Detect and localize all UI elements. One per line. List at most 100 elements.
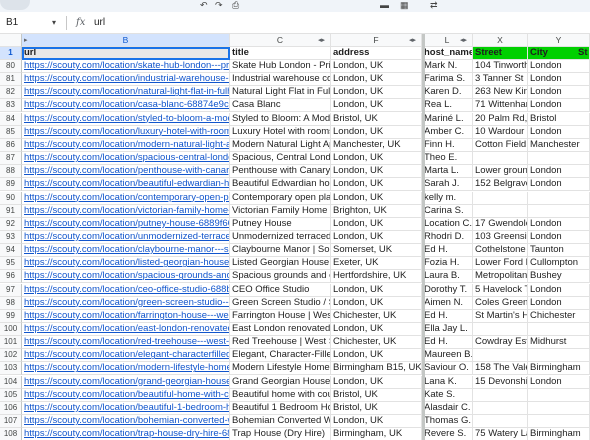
cell-address[interactable]: Bristol, UK — [331, 112, 422, 126]
cell-host-name[interactable]: Kate S. — [422, 388, 473, 402]
cell-host-name[interactable]: Saviour O. — [422, 362, 473, 376]
cell-address[interactable]: London, UK — [331, 73, 422, 87]
cell-city[interactable]: Bushey — [528, 270, 590, 284]
row-number[interactable]: 101 — [0, 336, 22, 350]
cell-url[interactable]: https://scouty.com/location/beautiful-ho… — [22, 388, 230, 402]
row-number[interactable]: 95 — [0, 257, 22, 271]
cell-street[interactable]: 17 Gwendolen A — [473, 217, 528, 231]
cell-url[interactable]: https://scouty.com/location/east-london-… — [22, 323, 230, 336]
cell-street[interactable]: Lower Ford Farn — [473, 257, 528, 271]
column-header-y[interactable]: Y — [528, 34, 590, 47]
row-number[interactable]: 102 — [0, 349, 22, 363]
cell-street[interactable] — [473, 401, 528, 415]
collapse-arrow-icon[interactable]: ◂▸ — [409, 34, 416, 47]
row-number[interactable]: 83 — [0, 99, 22, 113]
cell-city[interactable]: London — [528, 73, 590, 87]
cell-city[interactable]: London — [528, 165, 590, 179]
cell-title[interactable]: Penthouse with Canary Wh — [230, 165, 331, 179]
cell-street[interactable]: Cotton Field Wh — [473, 138, 528, 152]
row-number[interactable]: 86 — [0, 138, 22, 152]
cell-title[interactable]: East London renovated 192 — [230, 323, 331, 336]
cell-street[interactable]: 103 Greenside F — [473, 230, 528, 244]
cell-city[interactable]: London — [528, 230, 590, 244]
cell-street[interactable]: 263 New Kings F — [473, 86, 528, 100]
select-all-corner[interactable] — [0, 34, 22, 47]
row-number[interactable]: 92 — [0, 217, 22, 231]
cell-host-name[interactable]: Thomas G. — [422, 415, 473, 429]
row-number[interactable]: 108 — [0, 428, 22, 440]
row-number[interactable]: 82 — [0, 86, 22, 100]
cell-city[interactable] — [528, 415, 590, 429]
cell-title[interactable]: CEO Office Studio — [230, 283, 331, 297]
column-header-c[interactable]: C — [230, 34, 331, 47]
cell-street[interactable] — [473, 191, 528, 205]
cell-address[interactable]: London, UK — [331, 323, 422, 336]
cell-url[interactable]: https://scouty.com/location/spacious-gro… — [22, 270, 230, 284]
cell-host-name[interactable]: Rhodri D. — [422, 230, 473, 244]
cell-title[interactable]: Styled to Bloom: A Modern — [230, 112, 331, 126]
collapse-arrow-icon[interactable]: ◂▸ — [460, 34, 467, 47]
cell-url[interactable]: https://scouty.com/location/penthouse-wi… — [22, 165, 230, 179]
row-number[interactable]: 80 — [0, 60, 22, 73]
cell-url[interactable]: https://scouty.com/location/natural-ligh… — [22, 86, 230, 100]
row-number[interactable]: 90 — [0, 191, 22, 205]
cell-title[interactable]: Modern Lifestyle Home Stu — [230, 362, 331, 376]
cell-title[interactable]: Trap House (Dry Hire) — [230, 428, 331, 440]
cell-host-name[interactable]: Theo E. — [422, 152, 473, 166]
cell-host-name[interactable]: Amber C. — [422, 125, 473, 139]
cell-title[interactable]: Beautiful Edwardian home — [230, 178, 331, 192]
borders-icon[interactable]: ▦ — [400, 0, 409, 10]
cell-address[interactable]: London, UK — [331, 125, 422, 139]
cell-host-name[interactable]: Carina S. — [422, 204, 473, 218]
cell-city[interactable] — [528, 152, 590, 166]
cell-street[interactable]: Coles Green Stu — [473, 296, 528, 310]
formula-input[interactable]: url — [94, 15, 105, 31]
row-number[interactable]: 103 — [0, 362, 22, 376]
cell-address[interactable]: Somerset, UK — [331, 244, 422, 258]
cell-street[interactable] — [473, 415, 528, 429]
cell-address[interactable]: London, UK — [331, 165, 422, 179]
cell-host-name[interactable]: Finn H. — [422, 138, 473, 152]
cell-city[interactable]: London — [528, 60, 590, 73]
cell-address[interactable]: Chichester, UK — [331, 336, 422, 350]
row-number[interactable]: 1 — [0, 47, 22, 60]
cell-host-name[interactable]: Location C. — [422, 217, 473, 231]
row-number[interactable]: 93 — [0, 230, 22, 244]
row-number[interactable]: 104 — [0, 375, 22, 389]
cell-url[interactable]: https://scouty.com/location/grand-georgi… — [22, 375, 230, 389]
cell-city[interactable]: London — [528, 178, 590, 192]
row-number[interactable]: 99 — [0, 309, 22, 323]
row-number[interactable]: 88 — [0, 165, 22, 179]
cell-title[interactable]: Beautiful 1 Bedroom Home — [230, 401, 331, 415]
cell-header-url[interactable]: url — [22, 47, 230, 60]
cell-url[interactable]: https://scouty.com/location/putney-house… — [22, 217, 230, 231]
cell-url[interactable]: https://scouty.com/location/victorian-fa… — [22, 204, 230, 218]
cell-address[interactable]: London, UK — [331, 178, 422, 192]
cell-host-name[interactable]: Aimen N. — [422, 296, 473, 310]
cell-url[interactable]: https://scouty.com/location/unmodernized… — [22, 230, 230, 244]
cell-city[interactable] — [528, 204, 590, 218]
cell-city[interactable]: Birmingham — [528, 428, 590, 440]
cell-city[interactable] — [528, 191, 590, 205]
cell-title[interactable]: Spacious grounds and ever — [230, 270, 331, 284]
cell-host-name[interactable]: Mark N. — [422, 60, 473, 73]
cell-city[interactable]: Birmingham — [528, 362, 590, 376]
cell-title[interactable]: Claybourne Manor | Somers — [230, 244, 331, 258]
cell-address[interactable]: Brighton, UK — [331, 204, 422, 218]
cell-host-name[interactable]: Revere S. — [422, 428, 473, 440]
print-icon[interactable]: ⎙ — [232, 0, 239, 10]
expand-left-icon[interactable]: ▸ — [24, 34, 28, 47]
cell-host-name[interactable]: Ed H. — [422, 309, 473, 323]
cell-address[interactable]: London, UK — [331, 283, 422, 297]
cell-city[interactable]: London — [528, 86, 590, 100]
cell-title[interactable]: Contemporary open plan ho — [230, 191, 331, 205]
row-number[interactable]: 98 — [0, 296, 22, 310]
cell-title[interactable]: Green Screen Studio / Spac — [230, 296, 331, 310]
cell-address[interactable]: London, UK — [331, 152, 422, 166]
cell-city[interactable]: Midhurst — [528, 336, 590, 350]
cell-url[interactable]: https://scouty.com/location/bohemian-con… — [22, 415, 230, 429]
cell-city[interactable]: London — [528, 375, 590, 389]
cell-street[interactable]: Cothelstone — [473, 244, 528, 258]
cell-host-name[interactable]: Marta L. — [422, 165, 473, 179]
cell-title[interactable]: Natural Light Flat in Fulham — [230, 86, 331, 100]
